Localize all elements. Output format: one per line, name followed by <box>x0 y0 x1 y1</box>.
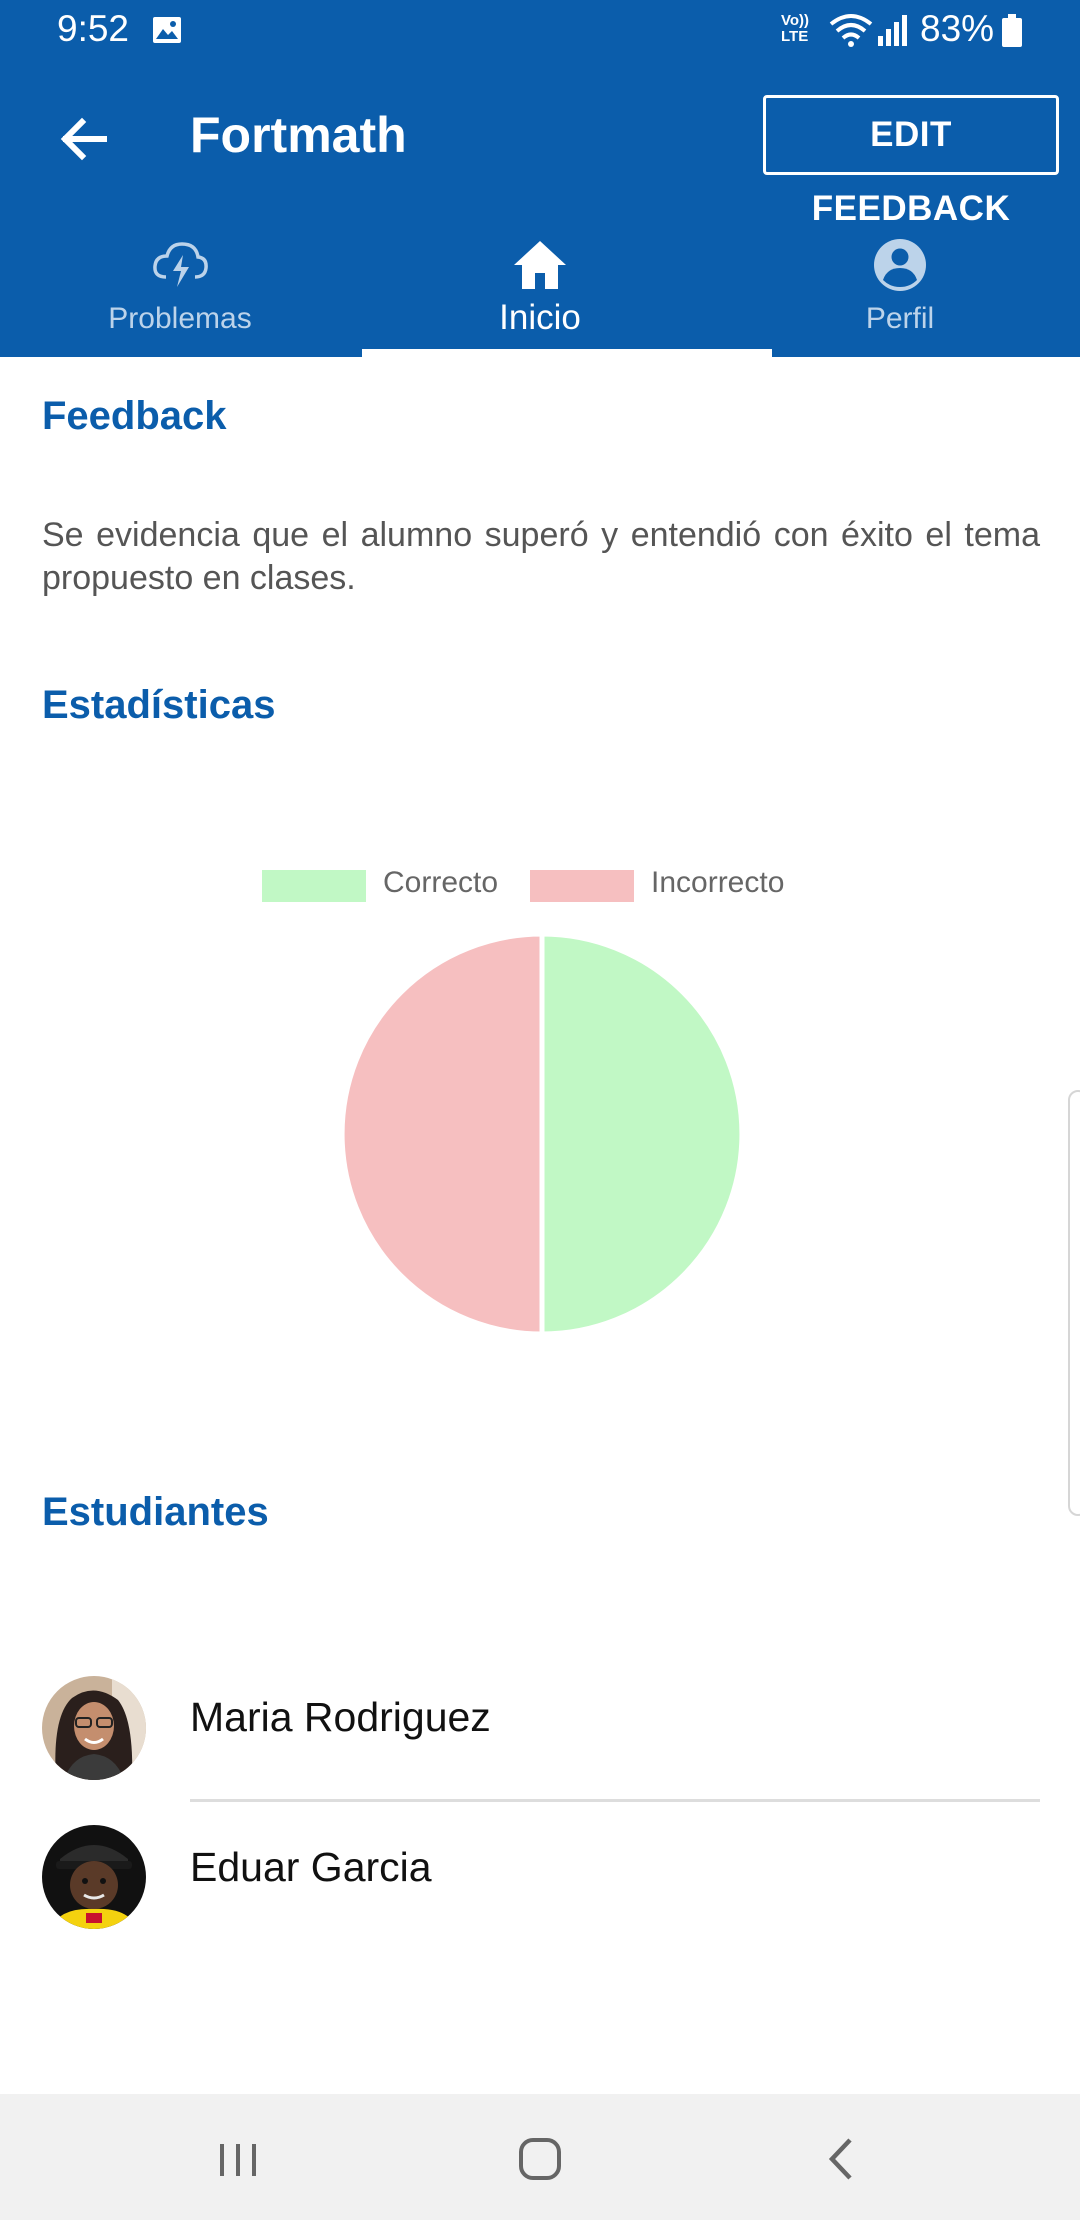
app-bar: 9:52 Vo)) LTE 83% Fortmath EDIT FEEDBACK… <box>0 0 1080 357</box>
signal-icon <box>878 15 907 46</box>
tab-label: Problemas <box>108 302 252 335</box>
students-heading: Estudiantes <box>42 1490 269 1534</box>
account-circle-icon <box>874 239 926 291</box>
status-time: 9:52 <box>57 8 130 49</box>
home-nav-icon[interactable] <box>510 2132 570 2186</box>
statistics-heading: Estadísticas <box>42 683 276 727</box>
tab-label: Inicio <box>499 298 581 337</box>
back-arrow-icon[interactable] <box>52 107 116 171</box>
tab-bar: Problemas Inicio Perfil <box>0 210 1080 357</box>
home-icon <box>514 241 566 289</box>
legend-label-correcto: Correcto <box>383 866 499 899</box>
pie-slice-correcto <box>539 931 745 1337</box>
wifi-icon <box>829 14 873 47</box>
legend-swatch-incorrecto <box>530 870 634 902</box>
tab-label: Perfil <box>865 302 935 335</box>
recent-apps-icon[interactable] <box>208 2132 268 2186</box>
student-name: Eduar Garcia <box>190 1844 432 1890</box>
feedback-heading: Feedback <box>42 394 227 438</box>
student-name: Maria Rodriguez <box>190 1694 491 1740</box>
back-nav-icon[interactable] <box>812 2132 872 2186</box>
chart-legend: Correcto Incorrecto <box>0 866 1080 914</box>
tab-problemas[interactable]: Problemas <box>0 210 360 357</box>
volte-label: Vo)) LTE <box>781 12 810 45</box>
tab-perfil[interactable]: Perfil <box>720 210 1080 357</box>
edit-feedback-button[interactable]: EDIT FEEDBACK <box>763 95 1059 228</box>
tab-inicio[interactable]: Inicio <box>360 210 720 357</box>
battery-percent: 83% <box>920 8 995 49</box>
status-bar: 9:52 Vo)) LTE 83% <box>0 0 1080 62</box>
image-notification-icon <box>153 17 181 43</box>
feedback-text: Se evidencia que el alumno superó y ente… <box>42 516 1040 597</box>
toolbar: Fortmath EDIT FEEDBACK <box>0 62 1080 228</box>
legend-label-incorrecto: Incorrecto <box>651 866 785 899</box>
scroll-edge-handle[interactable] <box>1068 1090 1080 1516</box>
avatar <box>42 1825 146 1929</box>
battery-icon <box>1002 14 1022 47</box>
pie-slice-incorrecto <box>339 931 545 1337</box>
avatar <box>42 1676 146 1780</box>
student-list-item[interactable]: Eduar Garcia <box>0 1801 1080 1941</box>
legend-swatch-correcto <box>262 870 366 902</box>
active-tab-indicator <box>362 349 772 357</box>
page-title: Fortmath <box>190 107 407 163</box>
pie-chart <box>339 931 745 1337</box>
lightning-cloud-icon <box>153 242 208 287</box>
student-list-item[interactable]: Maria Rodriguez <box>0 1648 1080 1788</box>
system-nav-bar <box>0 2094 1080 2220</box>
